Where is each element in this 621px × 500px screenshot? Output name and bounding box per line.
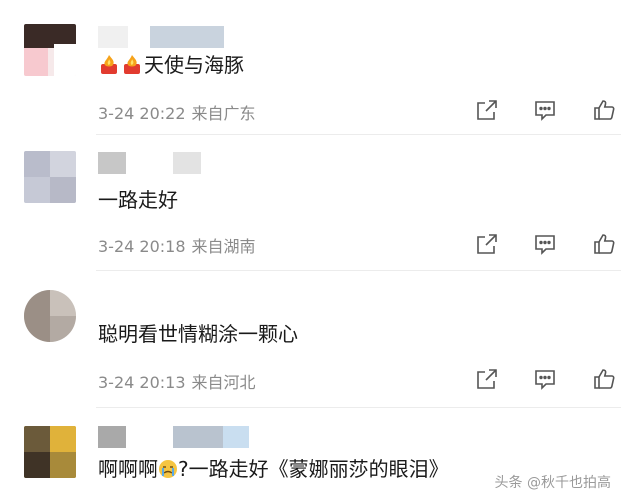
comment-text: 聪明看世情糊涂一颗心	[98, 321, 298, 347]
username-redacted[interactable]	[173, 152, 201, 174]
comment-text-body: 一路走好	[98, 188, 178, 212]
comment-meta: 3-24 20:18 来自湖南	[98, 233, 256, 257]
avatar-image	[24, 290, 76, 342]
comment-button[interactable]	[532, 366, 558, 392]
like-button[interactable]	[591, 366, 617, 392]
comment-text-body: 天使与海豚	[144, 53, 244, 77]
like-icon	[594, 234, 615, 254]
comment-item: 啊啊啊 ?一路走好《蒙娜丽莎的眼泪》 头条 @秋千也拍高	[0, 408, 621, 500]
avatar-image	[24, 151, 76, 203]
crying-face-icon	[159, 460, 177, 478]
like-button[interactable]	[591, 231, 617, 257]
comment-meta: 3-24 20:22 来自广东	[98, 100, 256, 124]
share-icon	[477, 100, 497, 120]
username-redacted[interactable]	[98, 26, 128, 48]
fire-emoji-icon	[124, 55, 140, 74]
username-redacted[interactable]	[98, 152, 126, 174]
comment-location: 来自广东	[191, 104, 256, 123]
avatar[interactable]	[24, 426, 76, 478]
comment-icon	[535, 235, 555, 255]
comment-icon	[535, 101, 555, 121]
comment-item: 聪明看世情糊涂一颗心 3-24 20:13 来自河北	[0, 271, 621, 407]
watermark: 头条 @秋千也拍高	[494, 475, 611, 491]
comment-feed: 天使与海豚 3-24 20:22 来自广东 一路走好 3-24 20:18 来自…	[0, 0, 621, 500]
username-redacted[interactable]	[223, 426, 249, 448]
comment-text-part: ?一路走好《蒙娜丽莎的眼泪》	[178, 457, 449, 481]
comment-date: 3-24 20:22	[98, 104, 186, 123]
comment-item: 天使与海豚 3-24 20:22 来自广东	[0, 0, 621, 135]
share-button[interactable]	[474, 97, 500, 123]
comment-text: 天使与海豚	[98, 52, 244, 78]
avatar[interactable]	[24, 24, 76, 76]
fire-emoji-icon	[101, 55, 117, 74]
comment-text: 啊啊啊 ?一路走好《蒙娜丽莎的眼泪》	[98, 456, 449, 482]
comment-location: 来自河北	[191, 373, 256, 392]
share-icon	[477, 234, 497, 254]
like-icon	[594, 100, 615, 120]
comment-icon	[535, 370, 555, 390]
comment-location: 来自湖南	[191, 237, 256, 256]
username-redacted[interactable]	[173, 426, 223, 448]
username-redacted[interactable]	[98, 426, 126, 448]
comment-text: 一路走好	[98, 187, 178, 213]
username-redacted[interactable]	[150, 26, 224, 48]
like-icon	[594, 369, 615, 389]
avatar[interactable]	[24, 290, 76, 342]
comment-button[interactable]	[532, 231, 558, 257]
share-button[interactable]	[474, 231, 500, 257]
share-icon	[477, 369, 497, 389]
comment-date: 3-24 20:18	[98, 237, 186, 256]
comment-button[interactable]	[532, 97, 558, 123]
comment-text-part: 啊啊啊	[98, 457, 158, 481]
comment-text-body: 聪明看世情糊涂一颗心	[98, 322, 298, 346]
avatar-image	[24, 426, 76, 478]
share-button[interactable]	[474, 366, 500, 392]
like-button[interactable]	[591, 97, 617, 123]
comment-meta: 3-24 20:13 来自河北	[98, 369, 256, 393]
comment-item: 一路走好 3-24 20:18 来自湖南	[0, 135, 621, 269]
avatar-image	[24, 24, 76, 76]
comment-date: 3-24 20:13	[98, 373, 186, 392]
avatar[interactable]	[24, 151, 76, 203]
